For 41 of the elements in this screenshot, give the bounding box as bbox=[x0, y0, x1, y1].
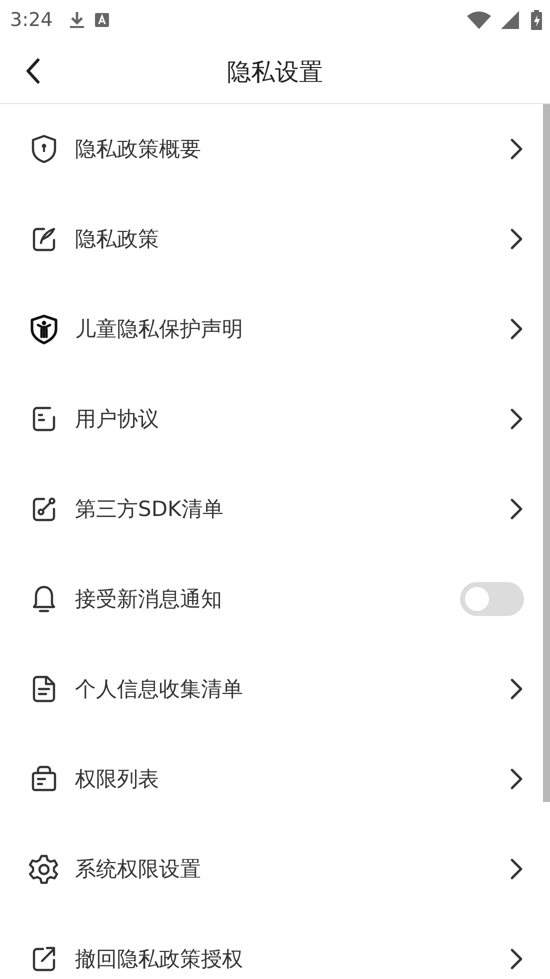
settings-item[interactable]: 个人信息收集清单 bbox=[0, 644, 543, 734]
settings-item[interactable]: 儿童隐私保护声明 bbox=[0, 284, 543, 374]
settings-item[interactable]: 第三方SDK清单 bbox=[0, 464, 543, 554]
item-label: 权限列表 bbox=[75, 766, 160, 793]
chevron-right-icon bbox=[509, 497, 523, 521]
item-label: 儿童隐私保护声明 bbox=[75, 316, 244, 343]
item-label: 用户协议 bbox=[75, 406, 160, 433]
font-icon bbox=[94, 13, 109, 27]
gear-icon bbox=[28, 853, 60, 885]
settings-item[interactable]: 撤回隐私政策授权 bbox=[0, 914, 543, 979]
chevron-right-icon bbox=[509, 317, 523, 341]
item-label: 第三方SDK清单 bbox=[75, 496, 224, 523]
download-icon bbox=[68, 10, 85, 30]
page-title: 隐私设置 bbox=[227, 56, 323, 88]
chevron-right-icon bbox=[509, 407, 523, 431]
item-label: 撤回隐私政策授权 bbox=[75, 946, 244, 973]
chevron-right-icon bbox=[509, 227, 523, 251]
item-label: 个人信息收集清单 bbox=[75, 676, 244, 703]
wifi-icon bbox=[467, 11, 491, 29]
settings-item[interactable]: 权限列表 bbox=[0, 734, 543, 824]
child-shield-icon bbox=[28, 313, 60, 345]
battery-icon bbox=[531, 10, 542, 30]
status-time: 3:24 bbox=[10, 9, 53, 31]
settings-item[interactable]: 隐私政策 bbox=[0, 194, 543, 284]
chevron-right-icon bbox=[509, 857, 523, 881]
settings-item[interactable]: 隐私政策概要 bbox=[0, 104, 543, 194]
chevron-right-icon bbox=[509, 767, 523, 791]
item-label: 隐私政策 bbox=[75, 226, 160, 253]
signal-icon bbox=[501, 11, 519, 29]
settings-item[interactable]: 用户协议 bbox=[0, 374, 543, 464]
toggle-switch[interactable] bbox=[460, 582, 524, 616]
chevron-right-icon bbox=[509, 947, 523, 971]
chevron-right-icon bbox=[509, 677, 523, 701]
chevron-right-icon bbox=[509, 137, 523, 161]
item-label: 系统权限设置 bbox=[75, 856, 202, 883]
chevron-left-icon bbox=[25, 58, 41, 84]
item-label: 接受新消息通知 bbox=[75, 586, 223, 613]
scrollbar[interactable] bbox=[543, 104, 550, 802]
settings-item[interactable]: 系统权限设置 bbox=[0, 824, 543, 914]
settings-item[interactable]: 接受新消息通知 bbox=[0, 554, 543, 644]
item-label: 隐私政策概要 bbox=[75, 136, 202, 163]
